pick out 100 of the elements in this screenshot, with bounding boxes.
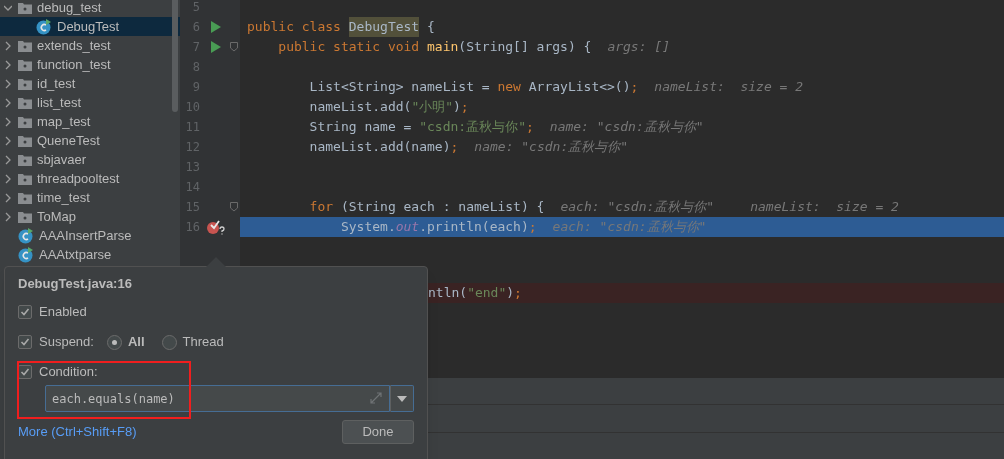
radio-label[interactable]: All bbox=[127, 332, 145, 352]
radio-button[interactable] bbox=[106, 334, 122, 350]
code-token: nameList.add(name) bbox=[308, 138, 451, 157]
code-token: public static void bbox=[277, 38, 421, 57]
code-token: out bbox=[395, 218, 420, 237]
code-token: for bbox=[308, 198, 335, 217]
tree-item-label: extends_test bbox=[37, 36, 111, 55]
chevron-icon[interactable] bbox=[3, 211, 12, 222]
code-token: System. bbox=[339, 218, 396, 237]
dropdown-button[interactable] bbox=[390, 385, 414, 412]
tree-item[interactable]: sbjavaer bbox=[0, 150, 180, 169]
chevron-icon[interactable] bbox=[3, 154, 12, 165]
tree-item[interactable]: debug_test bbox=[0, 0, 180, 17]
tree-item[interactable]: time_test bbox=[0, 188, 180, 207]
chevron-icon[interactable] bbox=[3, 116, 12, 127]
tree-item[interactable]: map_test bbox=[0, 112, 180, 131]
tree-item[interactable]: id_test bbox=[0, 74, 180, 93]
tree-item-label: QueneTest bbox=[37, 131, 100, 150]
tree-item-label: id_test bbox=[37, 74, 76, 93]
checkbox[interactable] bbox=[18, 305, 32, 319]
chevron-icon[interactable] bbox=[3, 40, 12, 51]
code-token: ) bbox=[506, 284, 515, 303]
inline-hint: name: "csdn:孟秋与你" bbox=[474, 138, 629, 157]
tree-item-label: ToMap bbox=[37, 207, 77, 226]
tree-item-label: AAAInsertParse bbox=[39, 226, 132, 245]
class-icon bbox=[18, 246, 34, 263]
code-token: DebugTest bbox=[348, 17, 420, 37]
tree-item-label: threadpooltest bbox=[37, 169, 120, 188]
tree-item[interactable]: QueneTest bbox=[0, 131, 180, 150]
tree-item-label: DebugTest bbox=[57, 17, 120, 36]
radio-button[interactable] bbox=[161, 334, 177, 350]
tree-item-label: debug_test bbox=[37, 0, 102, 17]
code-token: ArrayList<>() bbox=[528, 78, 631, 97]
run-icon[interactable] bbox=[211, 21, 221, 33]
code-token: ; bbox=[528, 218, 537, 237]
folder-icon bbox=[18, 134, 32, 147]
tree-item[interactable]: DebugTest bbox=[0, 17, 180, 36]
class-icon bbox=[18, 227, 34, 244]
tree-item[interactable]: ToMap bbox=[0, 207, 180, 226]
tree-item[interactable]: threadpooltest bbox=[0, 169, 180, 188]
condition-field[interactable]: each.equals(name) bbox=[45, 385, 390, 412]
folder-icon bbox=[18, 210, 32, 223]
tree-item-label: function_test bbox=[37, 55, 111, 74]
code-token: List<String> nameList = bbox=[308, 78, 491, 97]
code-token: ntln( bbox=[428, 284, 468, 303]
fold-icon[interactable] bbox=[230, 42, 238, 52]
code-token: "end" bbox=[467, 284, 507, 303]
tree-item-label: map_test bbox=[37, 112, 91, 131]
tree-item[interactable]: AAAtxtparse bbox=[0, 245, 180, 264]
chevron-icon[interactable] bbox=[3, 97, 12, 108]
checkbox[interactable] bbox=[18, 335, 32, 349]
tree-item-label: list_test bbox=[37, 93, 82, 112]
breakpoint-icon[interactable] bbox=[206, 219, 226, 235]
code-token: (String each : nameList) { bbox=[340, 198, 545, 217]
tree-item[interactable]: list_test bbox=[0, 93, 180, 112]
inline-hint: args: [] bbox=[607, 38, 670, 57]
code-token: String name = bbox=[308, 118, 413, 137]
code-token: (String[] args) { bbox=[458, 38, 592, 57]
folder-icon bbox=[18, 115, 32, 128]
code-token: ) bbox=[453, 98, 461, 117]
code-token: ; bbox=[526, 118, 534, 137]
tree-item[interactable]: function_test bbox=[0, 55, 180, 74]
radio-label[interactable]: Thread bbox=[182, 332, 224, 352]
more-link[interactable]: More (Ctrl+Shift+F8) bbox=[18, 422, 137, 442]
folder-icon bbox=[18, 58, 32, 71]
folder-icon bbox=[18, 39, 32, 52]
folder-icon bbox=[18, 172, 32, 185]
folder-icon bbox=[18, 153, 32, 166]
done-button[interactable]: Done bbox=[342, 420, 414, 444]
code-token: new bbox=[497, 78, 522, 97]
fold-icon[interactable] bbox=[230, 202, 238, 212]
chevron-icon[interactable] bbox=[3, 59, 12, 70]
tree-item[interactable]: extends_test bbox=[0, 36, 180, 55]
scrollbar[interactable] bbox=[172, 0, 178, 112]
inline-hint: each: "csdn:孟秋与你" bbox=[552, 218, 707, 237]
checkbox-label[interactable]: Condition: bbox=[39, 362, 98, 382]
inline-hint: name: "csdn:孟秋与你" bbox=[549, 118, 704, 137]
code-token: "小明" bbox=[411, 98, 454, 117]
popup-title: DebugTest.java:16 bbox=[18, 275, 133, 292]
code-token: main bbox=[427, 38, 459, 57]
code-token: ; bbox=[630, 78, 639, 97]
tree-item-label: AAAtxtparse bbox=[39, 245, 112, 264]
code-token: nameList.add( bbox=[308, 98, 412, 117]
checkbox-label[interactable]: Enabled bbox=[39, 302, 87, 322]
code-token: { bbox=[426, 18, 435, 37]
folder-icon bbox=[18, 191, 32, 204]
inline-hint: nameList: size = 2 bbox=[750, 198, 899, 217]
checkbox-label[interactable]: Suspend: bbox=[39, 332, 94, 352]
tree-item[interactable]: AAAInsertParse bbox=[0, 226, 180, 245]
code-token: ; bbox=[514, 284, 522, 303]
chevron-icon[interactable] bbox=[3, 192, 12, 203]
code-token: ; bbox=[450, 138, 459, 157]
inline-hint: each: "csdn:孟秋与你" bbox=[560, 198, 715, 217]
run-icon[interactable] bbox=[211, 41, 221, 53]
folder-icon bbox=[18, 96, 32, 109]
class-icon bbox=[36, 18, 52, 35]
code-token: "csdn:孟秋与你" bbox=[419, 118, 526, 137]
chevron-icon[interactable] bbox=[3, 78, 12, 89]
chevron-icon[interactable] bbox=[3, 173, 12, 184]
chevron-icon[interactable] bbox=[3, 135, 12, 146]
